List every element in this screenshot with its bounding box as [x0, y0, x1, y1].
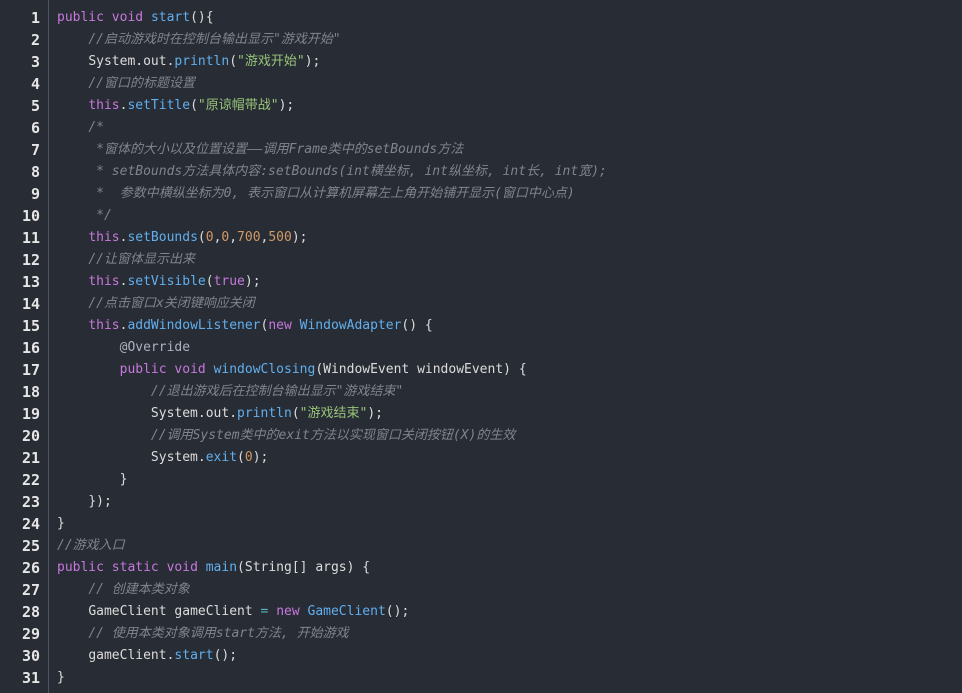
- code-line[interactable]: 10 */: [0, 205, 962, 227]
- code-text: // 创建本类对象: [88, 582, 190, 597]
- code-text: this.setVisible(true);: [88, 274, 261, 289]
- line-number: 4: [30, 75, 40, 93]
- code-line[interactable]: 18 //退出游戏后在控制台输出显示"游戏结束": [0, 381, 962, 403]
- code-line[interactable]: 5 this.setTitle("原谅帽带战");: [0, 95, 962, 117]
- code-lines: 1 public void start(){ 2 //启动游戏时在控制台输出显示"游…: [0, 7, 962, 689]
- code-line[interactable]: 21 System.exit(0);: [0, 447, 962, 469]
- code-text: //让窗体显示出来: [88, 252, 195, 267]
- code-text: System.out.println("游戏结束");: [150, 406, 383, 421]
- line-number: 24: [21, 515, 40, 533]
- code-text: *窗体的大小以及位置设置——调用Frame类中的setBounds方法: [96, 142, 464, 157]
- code-text: //退出游戏后在控制台输出显示"游戏结束": [150, 384, 404, 399]
- code-text: this.setBounds(0,0,700,500);: [88, 230, 308, 245]
- code-line[interactable]: 6 /*: [0, 117, 962, 139]
- code-text: gameClient.start();: [88, 648, 238, 663]
- code-line[interactable]: 28 GameClient gameClient = new GameClien…: [0, 601, 962, 623]
- code-line[interactable]: 11 this.setBounds(0,0,700,500);: [0, 227, 962, 249]
- line-number: 13: [21, 273, 40, 291]
- line-number: 12: [21, 251, 40, 269]
- code-line[interactable]: 24}: [0, 513, 962, 535]
- line-number: 29: [21, 625, 40, 643]
- code-text: //点击窗口x关闭键响应关闭: [88, 296, 255, 311]
- code-line[interactable]: 22 }: [0, 469, 962, 491]
- code-text: });: [88, 494, 112, 509]
- code-line[interactable]: 30 gameClient.start();: [0, 645, 962, 667]
- code-text: //游戏入口: [57, 538, 125, 553]
- line-number: 28: [21, 603, 40, 621]
- code-text: }: [119, 472, 128, 487]
- line-number: 3: [30, 53, 40, 71]
- line-number: 18: [21, 383, 40, 401]
- code-line[interactable]: 2 //启动游戏时在控制台输出显示"游戏开始": [0, 29, 962, 51]
- code-text: //启动游戏时在控制台输出显示"游戏开始": [88, 32, 341, 47]
- line-number: 15: [21, 317, 40, 335]
- code-line[interactable]: 17 public void windowClosing(WindowEvent…: [0, 359, 962, 381]
- line-number: 27: [21, 581, 40, 599]
- line-number: 25: [21, 537, 40, 555]
- code-text: @Override: [119, 340, 191, 355]
- code-editor[interactable]: 1 public void start(){ 2 //启动游戏时在控制台输出显示"游…: [0, 0, 962, 693]
- code-text: public void windowClosing(WindowEvent wi…: [119, 362, 527, 377]
- code-line[interactable]: 20 //调用System类中的exit方法以实现窗口关闭按钮(X)的生效: [0, 425, 962, 447]
- code-text: this.addWindowListener(new WindowAdapter…: [88, 318, 433, 333]
- line-number: 1: [30, 9, 40, 27]
- code-line[interactable]: 16 @Override: [0, 337, 962, 359]
- code-text: System.exit(0);: [150, 450, 269, 465]
- code-line[interactable]: 27 // 创建本类对象: [0, 579, 962, 601]
- code-text: }: [57, 670, 65, 685]
- code-text: // 使用本类对象调用start方法, 开始游戏: [88, 626, 349, 641]
- code-line[interactable]: 8 * setBounds方法具体内容:setBounds(int横坐标, in…: [0, 161, 962, 183]
- code-text: * setBounds方法具体内容:setBounds(int横坐标, int纵…: [96, 164, 607, 179]
- code-line[interactable]: 3 System.out.println("游戏开始");: [0, 51, 962, 73]
- code-line[interactable]: 23 });: [0, 491, 962, 513]
- code-text: */: [96, 208, 112, 223]
- line-number: 31: [21, 669, 40, 687]
- code-text: * 参数中横纵坐标为0, 表示窗口从计算机屏幕左上角开始铺开显示(窗口中心点): [96, 186, 575, 201]
- line-number: 23: [21, 493, 40, 511]
- line-number: 8: [30, 163, 40, 181]
- code-text: this.setTitle("原谅帽带战");: [88, 98, 295, 113]
- code-line[interactable]: 7 *窗体的大小以及位置设置——调用Frame类中的setBounds方法: [0, 139, 962, 161]
- line-number: 16: [21, 339, 40, 357]
- line-number: 11: [21, 229, 40, 247]
- code-text: public void start(){: [57, 10, 214, 25]
- code-line[interactable]: 9 * 参数中横纵坐标为0, 表示窗口从计算机屏幕左上角开始铺开显示(窗口中心点…: [0, 183, 962, 205]
- line-number: 19: [21, 405, 40, 423]
- line-number: 7: [30, 141, 40, 159]
- code-text: System.out.println("游戏开始");: [88, 54, 321, 69]
- code-text: GameClient gameClient = new GameClient()…: [88, 604, 410, 619]
- code-line[interactable]: 14 //点击窗口x关闭键响应关闭: [0, 293, 962, 315]
- line-number: 22: [21, 471, 40, 489]
- code-line[interactable]: 13 this.setVisible(true);: [0, 271, 962, 293]
- code-line[interactable]: 29 // 使用本类对象调用start方法, 开始游戏: [0, 623, 962, 645]
- code-line[interactable]: 15 this.addWindowListener(new WindowAdap…: [0, 315, 962, 337]
- line-number: 21: [21, 449, 40, 467]
- line-number: 14: [21, 295, 40, 313]
- code-text: /*: [88, 120, 104, 135]
- code-line[interactable]: 26 public static void main(String[] args)…: [0, 557, 962, 579]
- code-text: }: [57, 516, 65, 531]
- line-number: 17: [21, 361, 40, 379]
- line-number: 2: [30, 31, 40, 49]
- code-text: //窗口的标题设置: [88, 76, 195, 91]
- code-line[interactable]: 12 //让窗体显示出来: [0, 249, 962, 271]
- code-line[interactable]: 1 public void start(){: [0, 7, 962, 29]
- code-line[interactable]: 4 //窗口的标题设置: [0, 73, 962, 95]
- line-number: 9: [30, 185, 40, 203]
- line-number: 5: [30, 97, 40, 115]
- line-number: 20: [21, 427, 40, 445]
- line-number: 30: [21, 647, 40, 665]
- code-line[interactable]: 19 System.out.println("游戏结束");: [0, 403, 962, 425]
- line-number: 6: [30, 119, 40, 137]
- code-text: public static void main(String[] args) {: [57, 560, 371, 575]
- code-line[interactable]: 25 //游戏入口: [0, 535, 962, 557]
- code-text: //调用System类中的exit方法以实现窗口关闭按钮(X)的生效: [150, 428, 516, 443]
- line-number: 10: [21, 207, 40, 225]
- line-number: 26: [21, 559, 40, 577]
- code-line[interactable]: 31}: [0, 667, 962, 689]
